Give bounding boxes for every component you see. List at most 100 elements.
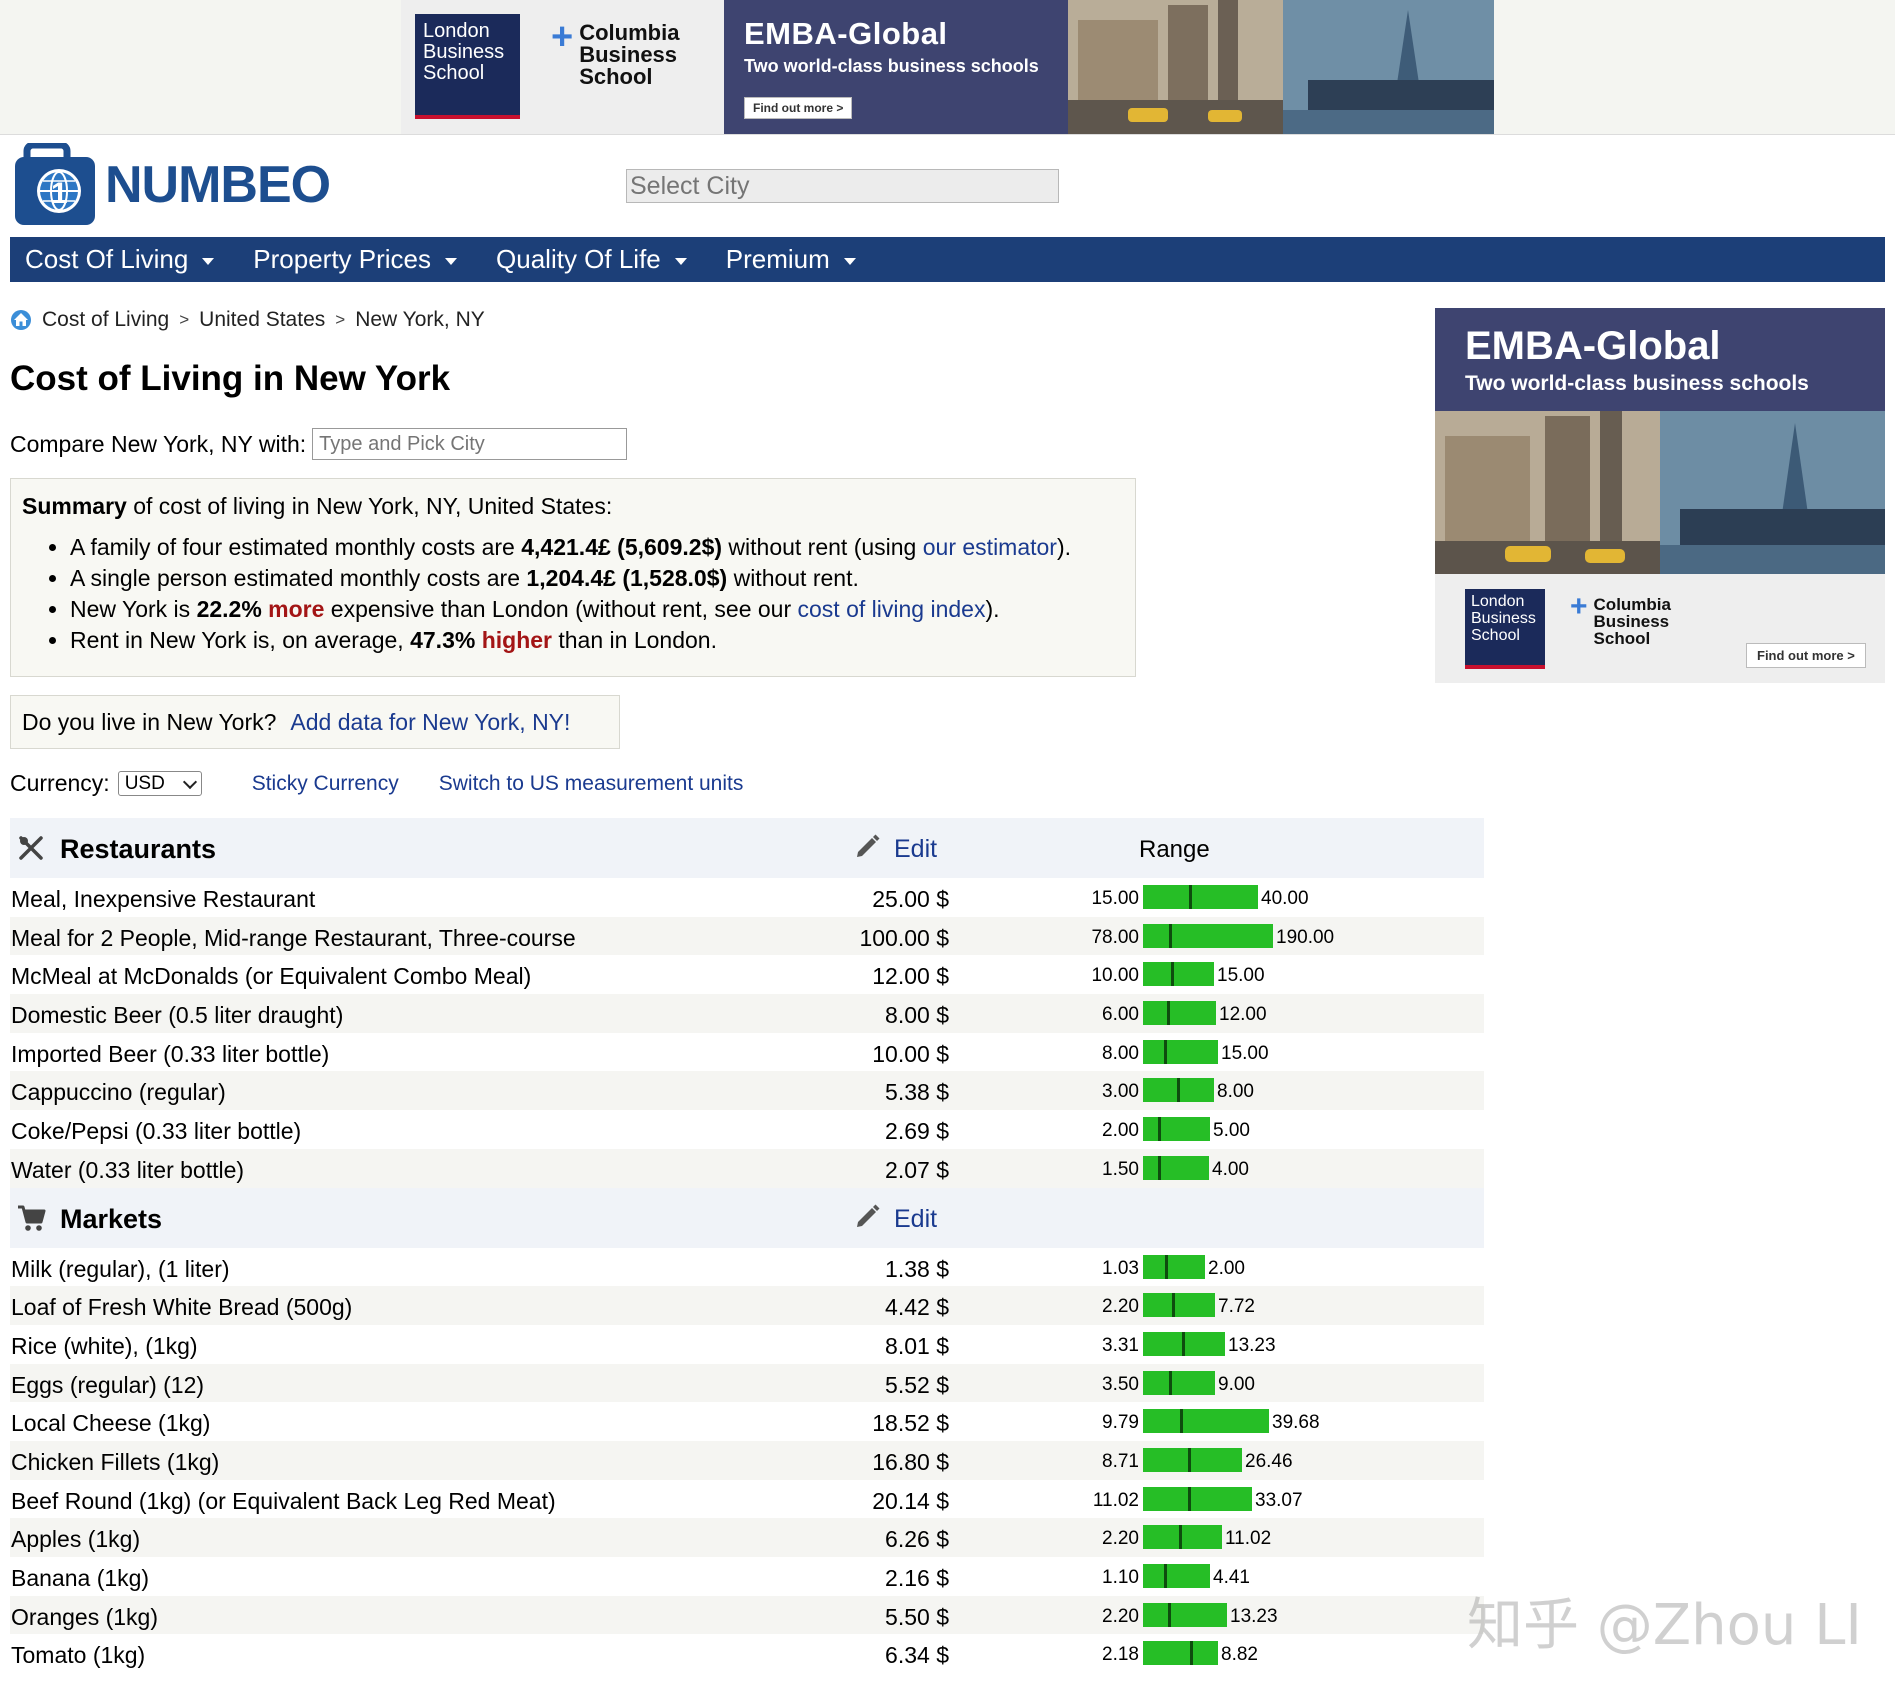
item-price: 12.00 $ [872, 963, 949, 990]
range-average-marker [1169, 1370, 1172, 1395]
table-row: Oranges (1kg) 5.50 $ 2.20 13.23 [10, 1595, 1484, 1635]
range-max: 15.00 [1221, 1042, 1269, 1064]
nav-property-prices[interactable]: Property Prices [253, 244, 458, 275]
caret-down-icon [674, 257, 687, 265]
currency-row: Currency: USD Sticky Currency Switch to … [10, 770, 743, 797]
item-price: 5.38 $ [885, 1079, 949, 1106]
top-ad-cta-button[interactable]: Find out more > [744, 97, 853, 119]
range-min: 8.71 [1102, 1450, 1139, 1472]
currency-select[interactable]: USD [117, 771, 202, 796]
summary-text: expensive than London (without rent, see… [324, 596, 798, 622]
cbs-logo: + Columbia Business School [1570, 592, 1690, 648]
item-name: Domestic Beer (0.5 liter draught) [11, 1002, 344, 1029]
range-max: 33.07 [1255, 1489, 1303, 1511]
item-price: 4.42 $ [885, 1294, 949, 1321]
nav-label: Quality Of Life [496, 244, 661, 274]
cbs-logo-text: Columbia Business School [579, 20, 680, 89]
cbs-logo-text: Columbia Business School [1593, 595, 1671, 648]
item-name: Meal for 2 People, Mid-range Restaurant,… [11, 924, 576, 951]
columbia-crown-icon: + [551, 16, 574, 58]
breadcrumb: Cost of Living > United States > New Yor… [10, 308, 485, 332]
numbeo-globe-icon: 1 [13, 141, 97, 227]
item-price: 100.00 $ [859, 924, 949, 951]
item-name: Local Cheese (1kg) [11, 1410, 211, 1437]
numbeo-logo[interactable]: 1 NUMBEO [13, 141, 331, 227]
range-min: 9.79 [1102, 1412, 1139, 1434]
table-row: Milk (regular), (1 liter) 1.38 $ 1.03 2.00 [10, 1248, 1484, 1287]
breadcrumb-cost-of-living[interactable]: Cost of Living [42, 308, 169, 332]
table-row: Water (0.33 liter bottle) 2.07 $ 1.50 4.00 [10, 1148, 1484, 1188]
range-bar [1143, 1039, 1218, 1064]
edit-button[interactable]: Edit [854, 1202, 937, 1237]
range-bar [1143, 1525, 1222, 1550]
main-nav: Cost Of Living Property Prices Quality O… [10, 237, 1885, 282]
top-ad-photo [1068, 0, 1494, 134]
item-price: 20.14 $ [872, 1487, 949, 1514]
select-city-input[interactable] [626, 169, 1059, 203]
range-max: 12.00 [1219, 1004, 1267, 1026]
nav-label: Premium [725, 244, 830, 274]
edit-button[interactable]: Edit [854, 832, 937, 867]
switch-units-link[interactable]: Switch to US measurement units [439, 772, 744, 796]
range-max: 5.00 [1213, 1120, 1250, 1142]
columbia-crown-icon: + [1570, 590, 1588, 623]
nav-quality-of-life[interactable]: Quality Of Life [496, 244, 687, 275]
breadcrumb-new-york[interactable]: New York, NY [355, 308, 485, 332]
caret-down-icon [202, 257, 215, 265]
chevron-down-icon [182, 774, 197, 789]
item-name: Coke/Pepsi (0.33 liter bottle) [11, 1118, 302, 1145]
item-name: Water (0.33 liter bottle) [11, 1156, 245, 1183]
sticky-currency-link[interactable]: Sticky Currency [252, 772, 399, 796]
item-price: 2.69 $ [885, 1118, 949, 1145]
range-bar [1143, 1078, 1214, 1103]
range-average-marker [1179, 1525, 1182, 1550]
side-ad-photo-image [1435, 411, 1885, 574]
range-bar [1143, 885, 1258, 909]
svg-text:1: 1 [51, 177, 68, 210]
side-ad-logos: London Business School + Columbia Busine… [1435, 574, 1885, 683]
range-bar [1143, 1486, 1252, 1511]
range-bar [1143, 923, 1273, 948]
caret-down-icon [445, 257, 458, 265]
nav-cost-of-living[interactable]: Cost Of Living [25, 244, 215, 275]
lbs-logo: London Business School [415, 14, 520, 119]
breadcrumb-united-states[interactable]: United States [199, 308, 325, 332]
range-min: 10.00 [1091, 965, 1139, 987]
range-max: 8.00 [1217, 1081, 1254, 1103]
top-banner-ad[interactable]: London Business School + Columbia Busine… [401, 0, 1494, 134]
estimator-link[interactable]: our estimator [923, 534, 1057, 560]
index-diff-word: more [268, 596, 325, 622]
compare-city-input[interactable] [312, 428, 628, 460]
range-min: 2.18 [1102, 1644, 1139, 1666]
item-price: 8.00 $ [885, 1002, 949, 1029]
side-ad[interactable]: EMBA-Global Two world-class business sch… [1435, 308, 1885, 683]
summary-heading-bold: Summary [22, 493, 127, 519]
page-title: Cost of Living in New York [10, 359, 451, 398]
nav-label: Cost Of Living [25, 244, 189, 274]
range-min: 15.00 [1091, 888, 1139, 909]
range-max: 7.72 [1218, 1296, 1255, 1318]
range-max: 2.00 [1208, 1257, 1245, 1279]
summary-family-item: A family of four estimated monthly costs… [70, 534, 1124, 560]
item-name: Eggs (regular) (12) [11, 1371, 205, 1398]
range-average-marker [1158, 1155, 1161, 1180]
rent-diff-value: 47.3% [410, 627, 476, 653]
home-icon[interactable] [10, 309, 32, 331]
shopping-cart-icon [16, 1203, 46, 1233]
family-cost-value: 4,421.4£ (5,609.2$) [521, 534, 723, 560]
nav-premium[interactable]: Premium [726, 244, 856, 275]
add-data-link[interactable]: Add data for New York, NY! [290, 709, 570, 735]
index-diff-value: 22.2% [196, 596, 262, 622]
range-min: 1.03 [1102, 1257, 1139, 1279]
side-ad-cta-button[interactable]: Find out more > [1746, 643, 1866, 668]
range-bar [1143, 1409, 1269, 1434]
item-name: Apples (1kg) [11, 1526, 141, 1553]
range-bar [1143, 1254, 1205, 1279]
cost-of-living-index-link[interactable]: cost of living index [798, 596, 986, 622]
breadcrumb-separator: > [179, 310, 190, 329]
currency-label: Currency: [10, 770, 110, 796]
summary-text: ). [1056, 534, 1072, 560]
range-min: 8.00 [1102, 1042, 1139, 1064]
range-max: 9.00 [1218, 1373, 1255, 1395]
item-name: McMeal at McDonalds (or Equivalent Combo… [11, 963, 532, 990]
